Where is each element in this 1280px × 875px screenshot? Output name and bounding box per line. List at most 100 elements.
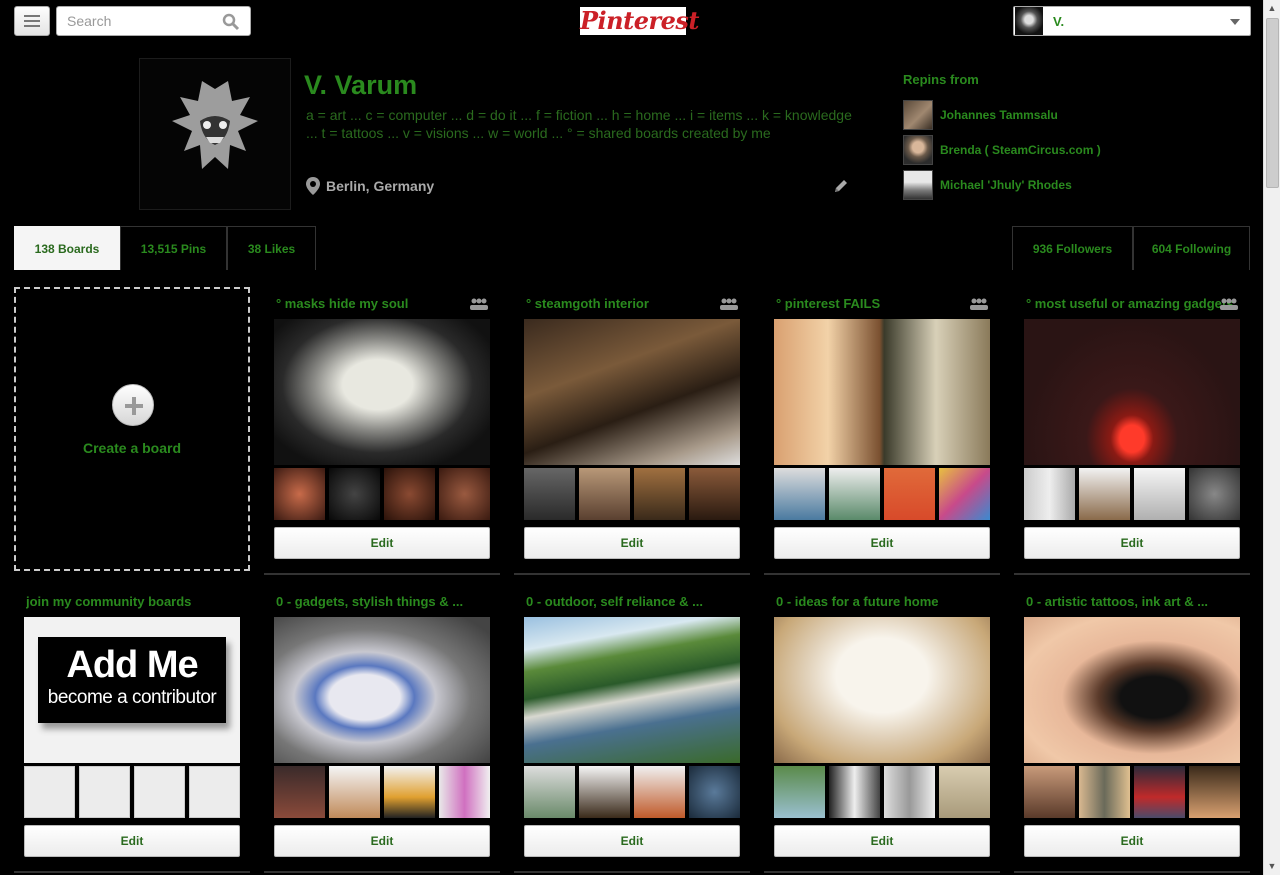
board-title[interactable]: 0 - gadgets, stylish things & ... (276, 594, 486, 612)
board-cover-image[interactable] (774, 319, 990, 465)
board-thumbnail[interactable] (939, 766, 990, 818)
repin-name[interactable]: Michael 'Jhuly' Rhodes (940, 178, 1072, 192)
board-thumbnail[interactable] (884, 468, 935, 520)
board-thumbnails (774, 766, 990, 818)
board-thumbnail[interactable] (524, 468, 575, 520)
edit-board-button[interactable]: Edit (774, 825, 990, 857)
board-cover-image[interactable] (774, 617, 990, 763)
board-thumbnail[interactable] (1024, 468, 1075, 520)
repin-item[interactable]: Michael 'Jhuly' Rhodes (903, 170, 1101, 200)
board-thumbnail[interactable] (689, 468, 740, 520)
board-card[interactable]: ° pinterest FAILS Edit (764, 287, 1000, 575)
board-card[interactable]: 0 - ideas for a future home Edit (764, 585, 1000, 873)
board-thumbnail[interactable] (274, 468, 325, 520)
board-thumbnail[interactable] (884, 766, 935, 818)
board-thumbnail[interactable] (829, 468, 880, 520)
board-thumbnail[interactable] (384, 766, 435, 818)
board-title[interactable]: 0 - outdoor, self reliance & ... (526, 594, 736, 612)
board-title[interactable]: ° steamgoth interior (526, 296, 736, 314)
user-menu-dropdown[interactable]: V. (1013, 6, 1251, 36)
board-thumbnail[interactable] (774, 766, 825, 818)
edit-board-button[interactable]: Edit (1024, 825, 1240, 857)
board-cover-image[interactable] (274, 319, 490, 465)
board-thumbnail[interactable] (634, 766, 685, 818)
group-board-icon (970, 298, 988, 310)
board-title[interactable]: 0 - artistic tattoos, ink art & ... (1026, 594, 1236, 612)
board-thumbnail[interactable] (1189, 468, 1240, 520)
edit-board-button[interactable]: Edit (274, 527, 490, 559)
add-me-heading: Add Me (66, 644, 198, 686)
pinterest-logo[interactable]: Pinterest (580, 7, 699, 35)
board-thumbnail[interactable] (439, 766, 490, 818)
edit-board-button[interactable]: Edit (274, 825, 490, 857)
vertical-scrollbar[interactable]: ▲ ▼ (1263, 0, 1280, 875)
edit-profile-pencil-icon[interactable] (833, 178, 849, 194)
board-title[interactable]: join my community boards (26, 594, 236, 612)
board-cover-image[interactable] (274, 617, 490, 763)
board-thumbnail[interactable] (939, 468, 990, 520)
board-card[interactable]: ° masks hide my soul Edit (264, 287, 500, 575)
menu-button[interactable] (14, 6, 50, 36)
board-cover-image[interactable] (524, 617, 740, 763)
board-cover-image[interactable] (1024, 617, 1240, 763)
search-icon[interactable] (222, 13, 240, 31)
create-board-card[interactable]: Create a board (14, 287, 250, 571)
edit-board-button[interactable]: Edit (774, 527, 990, 559)
repin-item[interactable]: Brenda ( SteamCircus.com ) (903, 135, 1101, 165)
tab-boards[interactable]: 138 Boards (14, 226, 120, 270)
board-card[interactable]: ° steamgoth interior Edit (514, 287, 750, 575)
scroll-down-icon[interactable]: ▼ (1264, 858, 1280, 875)
board-cover-image[interactable] (1024, 319, 1240, 465)
board-card[interactable]: join my community boards Add Me become a… (14, 585, 250, 873)
add-me-subheading: become a contributor (47, 687, 217, 708)
board-cover-image[interactable] (524, 319, 740, 465)
tab-following[interactable]: 604 Following (1133, 226, 1250, 270)
board-thumbnail (134, 766, 185, 818)
board-thumbnail[interactable] (689, 766, 740, 818)
board-thumbnail[interactable] (329, 766, 380, 818)
repin-name[interactable]: Johannes Tammsalu (940, 108, 1058, 122)
board-thumbnail[interactable] (579, 766, 630, 818)
tab-likes[interactable]: 38 Likes (227, 226, 316, 270)
profile-avatar (139, 58, 291, 210)
board-card[interactable]: 0 - gadgets, stylish things & ... Edit (264, 585, 500, 873)
search-input[interactable]: Search (56, 6, 251, 36)
board-title[interactable]: 0 - ideas for a future home (776, 594, 986, 612)
board-card[interactable]: 0 - artistic tattoos, ink art & ... Edit (1014, 585, 1250, 873)
edit-board-button[interactable]: Edit (524, 825, 740, 857)
board-cover-image[interactable]: Add Me become a contributor (24, 617, 240, 763)
board-thumbnail[interactable] (1024, 766, 1075, 818)
board-thumbnail[interactable] (579, 468, 630, 520)
tab-pins[interactable]: 13,515 Pins (120, 226, 227, 270)
board-thumbnail[interactable] (1134, 766, 1185, 818)
group-board-icon (720, 298, 738, 310)
board-thumbnail[interactable] (1079, 468, 1130, 520)
search-placeholder: Search (67, 13, 112, 29)
edit-board-button[interactable]: Edit (524, 527, 740, 559)
board-thumbnail[interactable] (1079, 766, 1130, 818)
board-thumbnail[interactable] (774, 468, 825, 520)
board-thumbnail[interactable] (1134, 468, 1185, 520)
edit-board-button[interactable]: Edit (1024, 527, 1240, 559)
board-title[interactable]: ° masks hide my soul (276, 296, 486, 314)
scroll-up-icon[interactable]: ▲ (1264, 0, 1280, 17)
board-thumbnail[interactable] (634, 468, 685, 520)
board-thumbnail[interactable] (524, 766, 575, 818)
board-thumbnail[interactable] (329, 468, 380, 520)
scrollbar-thumb[interactable] (1266, 18, 1279, 188)
board-thumbnail[interactable] (1189, 766, 1240, 818)
board-title[interactable]: ° most useful or amazing gadgets (1026, 296, 1236, 314)
chevron-down-icon (1230, 19, 1240, 25)
board-title[interactable]: ° pinterest FAILS (776, 296, 986, 314)
board-card[interactable]: ° most useful or amazing gadgets Edit (1014, 287, 1250, 575)
board-thumbnail[interactable] (439, 468, 490, 520)
board-thumbnail[interactable] (384, 468, 435, 520)
user-name: V. (1053, 13, 1065, 29)
repin-name[interactable]: Brenda ( SteamCircus.com ) (940, 143, 1101, 157)
board-card[interactable]: 0 - outdoor, self reliance & ... Edit (514, 585, 750, 873)
board-thumbnail[interactable] (274, 766, 325, 818)
board-thumbnail[interactable] (829, 766, 880, 818)
repin-item[interactable]: Johannes Tammsalu (903, 100, 1101, 130)
tab-followers[interactable]: 936 Followers (1012, 226, 1133, 270)
edit-board-button[interactable]: Edit (24, 825, 240, 857)
